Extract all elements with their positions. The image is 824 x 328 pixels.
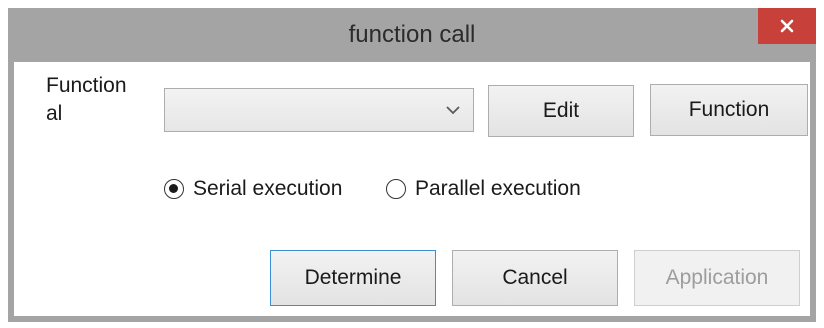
title-bar[interactable]: function call <box>8 8 816 62</box>
radio-parallel-indicator[interactable] <box>386 179 406 199</box>
radio-parallel-label: Parallel execution <box>415 177 581 200</box>
function-label-line2: al <box>46 102 63 125</box>
close-button[interactable] <box>758 8 816 44</box>
radio-serial-execution[interactable]: Serial execution <box>164 174 386 204</box>
dialog-content: Function al Edit Function Serial executi… <box>14 62 810 316</box>
radio-serial-label: Serial execution <box>193 177 343 200</box>
function-label: Function al <box>46 72 156 128</box>
chevron-down-icon <box>446 106 460 115</box>
dialog-window: function call Function al Edit Function … <box>8 8 816 322</box>
function-select[interactable] <box>164 88 474 132</box>
function-label-line1: Function <box>46 74 127 97</box>
cancel-button[interactable]: Cancel <box>452 250 618 306</box>
radio-parallel-execution[interactable]: Parallel execution <box>386 174 581 204</box>
radio-serial-indicator[interactable] <box>164 179 184 199</box>
close-icon <box>780 19 794 33</box>
edit-button[interactable]: Edit <box>488 85 634 137</box>
function-button[interactable]: Function <box>650 84 808 136</box>
window-title: function call <box>348 21 476 48</box>
application-button[interactable]: Application <box>634 250 800 306</box>
determine-button[interactable]: Determine <box>270 250 436 306</box>
